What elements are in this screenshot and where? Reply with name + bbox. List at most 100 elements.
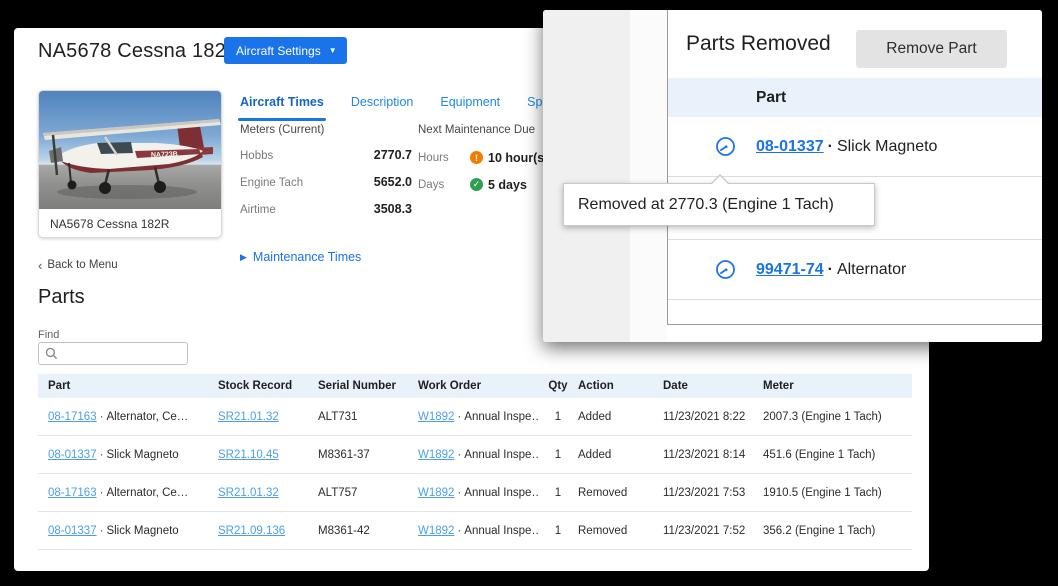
meters-heading: Meters (Current): [240, 124, 412, 136]
stock-record-link[interactable]: SR21.10.45: [218, 449, 279, 461]
work-order-link[interactable]: W1892: [418, 411, 454, 423]
aircraft-settings-button[interactable]: Aircraft Settings ▼: [224, 37, 347, 64]
part-number-link[interactable]: 08-17163: [48, 411, 97, 423]
parts-removed-title: Parts Removed: [686, 32, 831, 56]
part-number-link[interactable]: 08-01337: [48, 449, 97, 461]
serial-number: ALT757: [318, 487, 418, 499]
due-label: Hours: [418, 152, 470, 164]
work-order-desc: Annual Inspe…: [464, 411, 538, 423]
stock-record-link[interactable]: SR21.09.136: [218, 525, 285, 537]
meter-value: 451.6 (Engine 1 Tach): [763, 449, 912, 461]
tab-aircraft-times[interactable]: Aircraft Times: [240, 95, 324, 121]
meter-row-hobbs: Hobbs 2770.7: [240, 148, 412, 167]
find-label: Find: [38, 329, 59, 341]
meter-value: 5652.0: [374, 175, 412, 189]
part-name: Slick Magneto: [837, 138, 938, 155]
part-number-link[interactable]: 99471-74: [756, 261, 824, 278]
serial-number: M8361-37: [318, 449, 418, 461]
dot-separator: ·: [97, 449, 107, 461]
date-value: 11/23/2021 8:14: [663, 449, 763, 461]
meter-gauge-icon[interactable]: [715, 259, 736, 280]
part-name: Alternator, Ce…: [106, 487, 188, 499]
col-header-date: Date: [663, 380, 763, 392]
remove-part-button[interactable]: Remove Part: [856, 30, 1007, 68]
due-value: 10 hour(s): [488, 151, 548, 165]
parts-section-title: Parts: [38, 286, 85, 309]
parts-removed-window: Parts Removed Remove Part Part 08-01337 ·…: [543, 10, 1042, 342]
due-label: Days: [418, 179, 470, 191]
dot-separator: ·: [824, 261, 837, 278]
work-order-desc: Annual Inspe…: [464, 525, 538, 537]
meter-label: Engine Tach: [240, 177, 303, 189]
svg-text:NA723B: NA723B: [151, 151, 178, 159]
table-row: 08-01337·Slick Magneto SR21.09.136 M8361…: [38, 512, 912, 550]
col-header-stock-record: Stock Record: [218, 380, 318, 392]
work-order-link[interactable]: W1892: [418, 487, 454, 499]
aircraft-title: NA5678 Cessna 182R: [38, 39, 241, 63]
parts-removed-header-row: Part: [668, 78, 1042, 117]
part-name: Alternator, Ce…: [106, 411, 188, 423]
col-header-serial-number: Serial Number: [318, 380, 418, 392]
meter-value: 2770.7: [374, 148, 412, 162]
dot-separator: ·: [97, 525, 107, 537]
col-header-qty: Qty: [538, 380, 578, 392]
back-to-menu-label: Back to Menu: [47, 259, 117, 271]
part-column-header: Part: [756, 89, 786, 107]
part-number-link[interactable]: 08-01337: [48, 525, 97, 537]
find-input[interactable]: [63, 347, 178, 361]
check-icon: ✓: [470, 178, 483, 191]
serial-number: ALT731: [318, 411, 418, 423]
work-order-desc: Annual Inspe…: [464, 449, 538, 461]
dot-separator: ·: [454, 411, 464, 423]
part-number-link[interactable]: 08-01337: [756, 138, 824, 155]
part-number-link[interactable]: 08-17163: [48, 487, 97, 499]
qty-value: 1: [538, 487, 578, 499]
action-value: Removed: [578, 525, 663, 537]
stock-record-link[interactable]: SR21.01.32: [218, 487, 279, 499]
aircraft-settings-label: Aircraft Settings: [236, 44, 321, 58]
tab-description[interactable]: Description: [351, 95, 414, 121]
table-row: 08-17163·Alternator, Ce… SR21.01.32 ALT7…: [38, 398, 912, 436]
col-header-part: Part: [38, 380, 218, 392]
action-value: Added: [578, 449, 663, 461]
meter-gauge-icon[interactable]: [715, 136, 736, 157]
qty-value: 1: [538, 411, 578, 423]
meter-row-engine-tach: Engine Tach 5652.0: [240, 175, 412, 194]
part-name: Alternator: [837, 261, 906, 278]
meter-row-airtime: Airtime 3508.3: [240, 202, 412, 221]
back-to-menu-link[interactable]: ‹ Back to Menu: [38, 259, 118, 271]
action-value: Removed: [578, 487, 663, 499]
overlay-left-gutter: [543, 10, 630, 342]
work-order-link[interactable]: W1892: [418, 525, 454, 537]
removed-meter-tooltip: Removed at 2770.3 (Engine 1 Tach): [563, 183, 875, 226]
aircraft-card[interactable]: NA723B: [38, 90, 222, 238]
part-name: Slick Magneto: [106, 525, 178, 537]
dot-separator: ·: [454, 487, 464, 499]
tab-equipment[interactable]: Equipment: [440, 95, 500, 121]
chevron-down-icon: ▼: [329, 47, 337, 55]
col-header-meter: Meter: [763, 380, 912, 392]
maintenance-times-label: Maintenance Times: [253, 250, 361, 264]
date-value: 11/23/2021 8:22: [663, 411, 763, 423]
meter-value: 3508.3: [374, 202, 412, 216]
meter-value: 2007.3 (Engine 1 Tach): [763, 411, 912, 423]
work-order-desc: Annual Inspe…: [464, 487, 538, 499]
qty-value: 1: [538, 525, 578, 537]
aircraft-photo: NA723B: [39, 91, 221, 209]
date-value: 11/23/2021 7:52: [663, 525, 763, 537]
maintenance-times-link[interactable]: ▶ Maintenance Times: [240, 250, 361, 264]
dot-separator: ·: [97, 411, 107, 423]
serial-number: M8361-42: [318, 525, 418, 537]
part-name: Slick Magneto: [106, 449, 178, 461]
due-value: 5 days: [488, 178, 527, 192]
dot-separator: ·: [97, 487, 107, 499]
search-icon: [45, 347, 58, 360]
parts-history-table: Part Stock Record Serial Number Work Ord…: [38, 374, 912, 550]
work-order-link[interactable]: W1892: [418, 449, 454, 461]
action-value: Added: [578, 411, 663, 423]
meter-label: Hobbs: [240, 150, 273, 162]
screenshot-background: NA5678 Cessna 182R Aircraft Settings ▼: [0, 0, 1058, 586]
stock-record-link[interactable]: SR21.01.32: [218, 411, 279, 423]
airplane-illustration: NA723B: [39, 91, 221, 209]
warning-icon: !: [470, 151, 483, 164]
